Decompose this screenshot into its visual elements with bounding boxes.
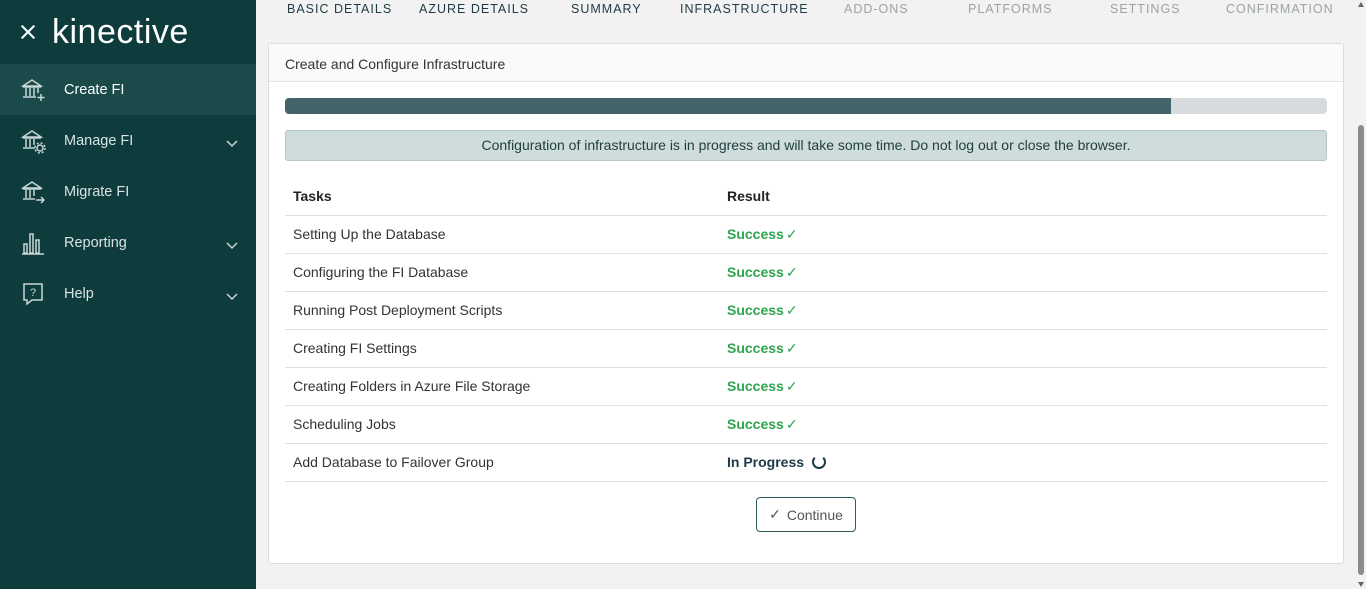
check-icon: ✓ xyxy=(785,415,798,432)
sidebar-item-migrate-fi[interactable]: Migrate FI xyxy=(0,166,256,217)
bank-gear-icon xyxy=(20,128,46,154)
close-icon[interactable] xyxy=(18,22,38,42)
task-cell: Setting Up the Database xyxy=(285,215,719,254)
check-icon: ✓ xyxy=(785,301,798,318)
page-scrollbar[interactable] xyxy=(1356,0,1366,589)
table-row: Setting Up the Database Success ✓ xyxy=(285,215,1327,254)
step-tab-add-ons[interactable]: ADD-ONS xyxy=(844,2,909,16)
table-row: Add Database to Failover Group In Progres… xyxy=(285,443,1327,482)
result-column-header: Result xyxy=(719,177,1327,216)
result-text: Success xyxy=(727,225,784,242)
check-icon: ✓ xyxy=(785,339,798,356)
check-icon: ✓ xyxy=(785,377,798,394)
sidebar-item-help[interactable]: ? Help xyxy=(0,268,256,319)
tasks-table: Tasks Result Setting Up the Database Succ… xyxy=(285,177,1327,482)
result-cell: Success ✓ xyxy=(719,291,1327,330)
result-cell: Success ✓ xyxy=(719,367,1327,406)
progress-bar-fill xyxy=(285,98,1171,114)
result-status: Success ✓ xyxy=(727,378,798,394)
kinective-logo: kinective xyxy=(52,13,189,51)
sidebar-item-label: Migrate FI xyxy=(64,183,130,200)
result-status: Success ✓ xyxy=(727,416,798,432)
result-cell: Success ✓ xyxy=(719,405,1327,444)
progress-alert: Configuration of infrastructure is in pr… xyxy=(285,130,1327,161)
sidebar-item-label: Reporting xyxy=(64,234,127,251)
result-cell: Success ✓ xyxy=(719,215,1327,254)
step-tab-settings[interactable]: SETTINGS xyxy=(1110,2,1181,16)
sidebar: kinective Create FI Manage FI Migrate FI Re… xyxy=(0,0,256,589)
result-status: Success ✓ xyxy=(727,302,798,318)
table-row: Running Post Deployment Scripts Success ✓ xyxy=(285,291,1327,330)
task-cell: Configuring the FI Database xyxy=(285,253,719,292)
sidebar-item-label: Manage FI xyxy=(64,132,134,149)
result-text: Success xyxy=(727,339,784,356)
chevron-down-icon[interactable] xyxy=(226,135,238,153)
task-cell: Add Database to Failover Group xyxy=(285,443,719,482)
bank-plus-icon xyxy=(20,77,46,103)
result-text: In Progress xyxy=(727,454,805,470)
tasks-column-header: Tasks xyxy=(285,177,719,216)
continue-label: Continue xyxy=(786,506,843,523)
infrastructure-card: Create and Configure Infrastructure Conf… xyxy=(268,43,1344,564)
step-tab-confirmation[interactable]: CONFIRMATION xyxy=(1226,2,1334,16)
result-text: Success xyxy=(727,263,784,280)
scroll-down-arrow-icon[interactable] xyxy=(1358,582,1364,587)
check-icon: ✓ xyxy=(785,225,798,242)
result-status: In Progress xyxy=(727,454,827,470)
spinner-icon xyxy=(812,455,827,469)
sidebar-item-manage-fi[interactable]: Manage FI xyxy=(0,115,256,166)
step-tab-basic-details[interactable]: BASIC DETAILS xyxy=(287,2,392,16)
card-title: Create and Configure Infrastructure xyxy=(269,44,1343,82)
check-icon: ✓ xyxy=(785,263,798,280)
result-cell: Success ✓ xyxy=(719,329,1327,368)
table-header-row: Tasks Result xyxy=(285,177,1327,216)
bank-arrow-icon xyxy=(20,179,46,205)
brand-bar: kinective xyxy=(0,0,256,64)
result-status: Success ✓ xyxy=(727,264,798,280)
table-row: Creating FI Settings Success ✓ xyxy=(285,329,1327,368)
result-text: Success xyxy=(727,377,784,394)
result-text: Success xyxy=(727,415,784,432)
result-status: Success ✓ xyxy=(727,340,798,356)
result-cell: In Progress xyxy=(719,443,1327,482)
bar-chart-icon xyxy=(20,230,46,256)
scroll-up-arrow-icon[interactable] xyxy=(1358,2,1364,7)
sidebar-item-label: Help xyxy=(64,285,94,302)
step-tab-platforms[interactable]: PLATFORMS xyxy=(968,2,1052,16)
table-row: Scheduling Jobs Success ✓ xyxy=(285,405,1327,444)
svg-text:?: ? xyxy=(30,287,36,299)
result-cell: Success ✓ xyxy=(719,253,1327,292)
step-tab-infrastructure[interactable]: INFRASTRUCTURE xyxy=(680,2,809,16)
table-row: Creating Folders in Azure File Storage Su… xyxy=(285,367,1327,406)
sidebar-item-label: Create FI xyxy=(64,81,125,98)
chevron-down-icon[interactable] xyxy=(226,288,238,306)
sidebar-item-create-fi[interactable]: Create FI xyxy=(0,64,256,115)
task-cell: Creating FI Settings xyxy=(285,329,719,368)
sidebar-nav: Create FI Manage FI Migrate FI Reporting? He… xyxy=(0,64,256,319)
progress-bar xyxy=(285,98,1327,114)
check-icon: ✓ xyxy=(769,506,781,522)
continue-button[interactable]: ✓ Continue xyxy=(756,497,856,532)
step-tab-summary[interactable]: SUMMARY xyxy=(571,2,642,16)
chevron-down-icon[interactable] xyxy=(226,237,238,255)
result-status: Success ✓ xyxy=(727,226,798,242)
step-tab-azure-details[interactable]: AZURE DETAILS xyxy=(419,2,529,16)
task-cell: Running Post Deployment Scripts xyxy=(285,291,719,330)
sidebar-item-reporting[interactable]: Reporting xyxy=(0,217,256,268)
wizard-steps: BASIC DETAILS AZURE DETAILS SUMMARY INFRAST… xyxy=(256,0,1356,22)
scrollbar-thumb[interactable] xyxy=(1358,125,1364,575)
task-cell: Scheduling Jobs xyxy=(285,405,719,444)
help-bubble-icon: ? xyxy=(20,281,46,307)
table-row: Configuring the FI Database Success ✓ xyxy=(285,253,1327,292)
task-cell: Creating Folders in Azure File Storage xyxy=(285,367,719,406)
result-text: Success xyxy=(727,301,784,318)
